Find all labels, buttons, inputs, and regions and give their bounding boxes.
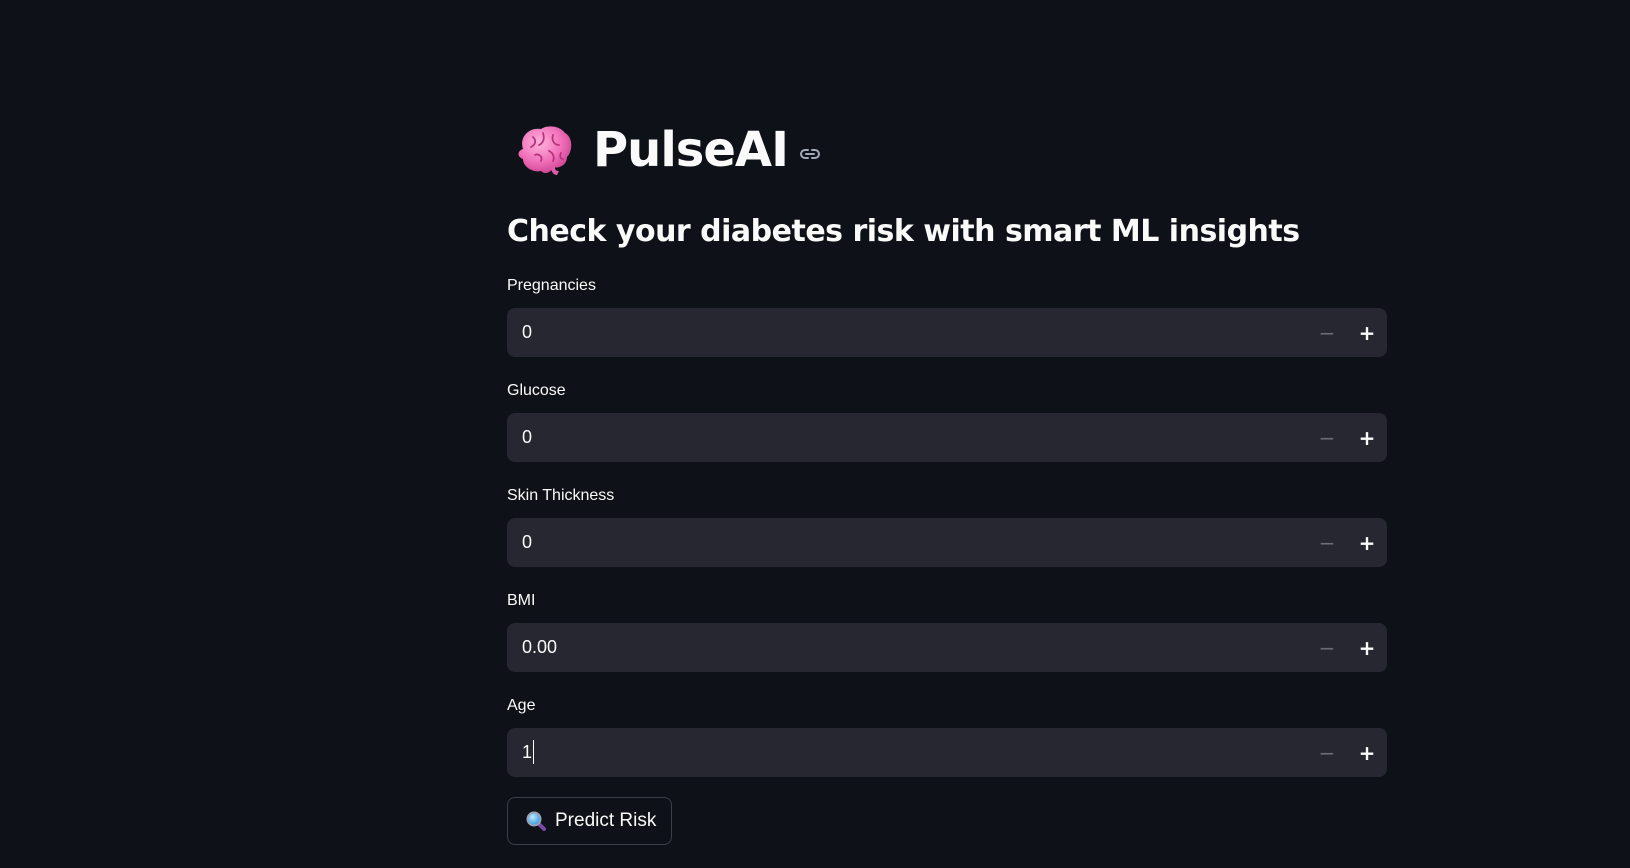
predict-risk-button[interactable]: Predict Risk [507, 797, 673, 845]
field-label: Glucose [507, 382, 566, 399]
skin-thickness-input: 0 − + [507, 518, 1387, 567]
field-bmi: BMI 0.00 − + [507, 591, 1387, 672]
text-caret [533, 739, 535, 764]
increment-button[interactable]: + [1347, 308, 1387, 357]
skin-thickness-value[interactable]: 0 [507, 518, 1307, 567]
age-value-wrapper[interactable]: 1 [507, 728, 1307, 777]
increment-button[interactable]: + [1347, 728, 1387, 777]
decrement-button[interactable]: − [1307, 728, 1347, 777]
main-content: PulseAI Check your diabetes risk with sm… [507, 112, 1387, 845]
link-icon[interactable] [798, 142, 822, 166]
decrement-button[interactable]: − [1307, 413, 1347, 462]
glucose-input: 0 − + [507, 413, 1387, 462]
predict-risk-label: Predict Risk [555, 810, 657, 831]
app-title: PulseAI [593, 122, 789, 178]
field-label: Pregnancies [507, 277, 596, 294]
pregnancies-input: 0 − + [507, 308, 1387, 357]
decrement-button[interactable]: − [1307, 308, 1347, 357]
glucose-value[interactable]: 0 [507, 413, 1307, 462]
age-value: 1 [522, 742, 533, 762]
magnifying-glass-icon [525, 810, 547, 832]
field-label: Skin Thickness [507, 487, 615, 504]
field-skin-thickness: Skin Thickness 0 − + [507, 486, 1387, 567]
brain-icon [515, 123, 573, 177]
decrement-button[interactable]: − [1307, 623, 1347, 672]
field-label: BMI [507, 592, 536, 609]
bmi-input: 0.00 − + [507, 623, 1387, 672]
field-glucose: Glucose 0 − + [507, 381, 1387, 462]
field-pregnancies: Pregnancies 0 − + [507, 276, 1387, 357]
field-label: Age [507, 697, 536, 714]
pregnancies-value[interactable]: 0 [507, 308, 1307, 357]
bmi-value[interactable]: 0.00 [507, 623, 1307, 672]
age-input: 1 − + [507, 728, 1387, 777]
field-age: Age 1 − + [507, 696, 1387, 777]
increment-button[interactable]: + [1347, 623, 1387, 672]
increment-button[interactable]: + [1347, 413, 1387, 462]
decrement-button[interactable]: − [1307, 518, 1347, 567]
title-row: PulseAI [507, 112, 1387, 188]
increment-button[interactable]: + [1347, 518, 1387, 567]
page-subtitle: Check your diabetes risk with smart ML i… [507, 214, 1300, 249]
app-root: PulseAI Check your diabetes risk with sm… [0, 0, 1630, 868]
